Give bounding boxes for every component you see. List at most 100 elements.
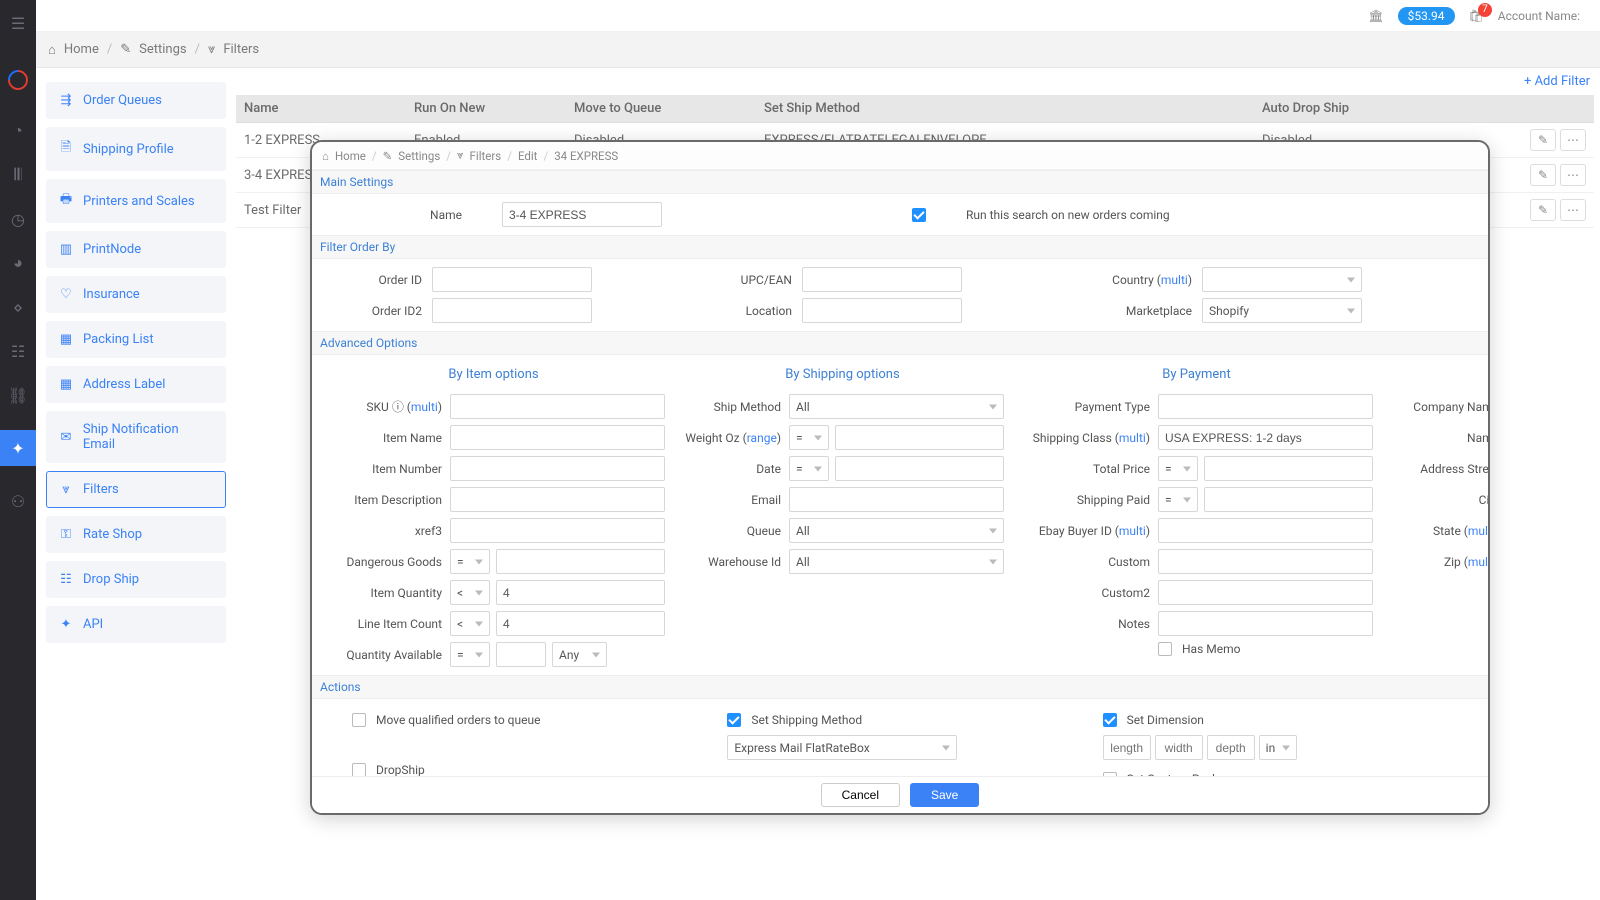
sidemenu-rate-shop[interactable]: ⚿Rate Shop [46,516,226,553]
zip-multi[interactable]: multi [1468,555,1490,569]
ship-class-input[interactable] [1158,425,1373,450]
filter-icon: ⩔ [59,482,73,497]
sidemenu-shipping-profile[interactable]: 🗎Shipping Profile [46,127,226,171]
add-filter-link[interactable]: + Add Filter [1524,74,1590,89]
set-dimension-checkbox[interactable] [1103,713,1117,727]
date-input[interactable] [835,456,1004,481]
sidemenu-item-label: Ship Notification Email [83,422,213,452]
save-button[interactable]: Save [910,783,979,807]
line-count-op-select[interactable]: < [450,611,490,636]
more-button[interactable]: ⋯ [1560,129,1586,151]
sidemenu-order-queues[interactable]: ⇶Order Queues [46,82,226,119]
sidemenu-packing-list[interactable]: ▦Packing List [46,321,226,358]
item-number-input[interactable] [450,456,665,481]
ebay-input[interactable] [1158,518,1373,543]
crumb-home[interactable]: Home [64,42,99,57]
item-desc-input[interactable] [450,487,665,512]
qty-avail-input[interactable] [496,642,546,667]
name-input[interactable] [502,202,662,227]
queue-select[interactable]: All [789,518,1004,543]
dangerous-input[interactable] [496,549,665,574]
total-input[interactable] [1204,456,1373,481]
line-count-input[interactable] [496,611,665,636]
date-op-select[interactable]: = [789,456,829,481]
sidemenu-printnode[interactable]: ▥PrintNode [46,231,226,268]
xref3-input[interactable] [450,518,665,543]
balance-badge[interactable]: $53.94 [1398,7,1455,25]
sidemenu-insurance[interactable]: ♡Insurance [46,276,226,313]
warehouse-select[interactable]: All [789,549,1004,574]
ship-method-select[interactable]: All [789,394,1004,419]
weight-op-select[interactable]: = [789,425,829,450]
move-queue-checkbox[interactable] [352,713,366,727]
width-input[interactable] [1155,735,1203,760]
sidemenu-address-label[interactable]: ▦Address Label [46,366,226,403]
order-id-input[interactable] [432,267,592,292]
country-select[interactable] [1202,267,1362,292]
ship-class-multi[interactable]: multi [1119,431,1146,445]
magic-icon[interactable]: ✦ [0,430,36,466]
edit-button[interactable]: ✎ [1530,129,1556,151]
paid-input[interactable] [1204,487,1373,512]
qty-avail-op-select[interactable]: = [450,642,490,667]
notes-input[interactable] [1158,611,1373,636]
crumb-settings[interactable]: Settings [139,42,186,57]
qty-avail-any-select[interactable]: Any [552,642,607,667]
sidemenu-filters[interactable]: ⩔Filters [46,471,226,508]
sliders-icon[interactable]: ☷ [9,342,27,360]
item-name-input[interactable] [450,425,665,450]
sidemenu-api[interactable]: ✦API [46,606,226,643]
order-id2-input[interactable] [432,298,592,323]
dangerous-op-select[interactable]: = [450,549,490,574]
sku-multi-link[interactable]: multi [411,400,438,414]
depth-input[interactable] [1207,735,1255,760]
cancel-button[interactable]: Cancel [821,783,900,807]
sku-input[interactable] [450,394,665,419]
cart-icon[interactable]: 🛍7 [1469,9,1484,23]
custom-input[interactable] [1158,549,1373,574]
edit-button[interactable]: ✎ [1530,164,1556,186]
mcrumb-settings[interactable]: Settings [398,149,440,163]
email-input[interactable] [789,487,1004,512]
dropship-checkbox[interactable] [352,763,366,777]
weight-input[interactable] [835,425,1004,450]
bank-icon[interactable]: 🏛 [1368,9,1383,23]
upc-input[interactable] [802,267,962,292]
unit-select[interactable]: in [1259,735,1297,760]
link-icon[interactable]: ⛓ [9,386,27,404]
mcrumb-filters[interactable]: Filters [470,149,502,163]
menu-icon[interactable]: ☰ [9,14,27,32]
barcode-icon[interactable]: 𝄃𝄃 [9,166,27,184]
has-memo-checkbox[interactable] [1158,642,1172,656]
total-op-select[interactable]: = [1158,456,1198,481]
run-on-new-checkbox[interactable] [912,208,926,222]
set-ship-method-checkbox[interactable] [727,713,741,727]
state-multi[interactable]: multi [1468,524,1490,538]
payment-type-input[interactable] [1158,394,1373,419]
sidemenu-ship-notification[interactable]: ✉Ship Notification Email [46,411,226,463]
code-icon[interactable]: ⋄ [9,298,27,316]
weight-range-link[interactable]: range [747,431,777,445]
mcrumb-home[interactable]: Home [335,149,366,163]
marketplace-select[interactable]: Shopify [1202,298,1362,323]
ebay-multi[interactable]: multi [1119,524,1146,538]
clock-icon[interactable]: ◷ [9,210,27,228]
more-button[interactable]: ⋯ [1560,199,1586,221]
sidemenu-printers-scales[interactable]: 🖶Printers and Scales [46,179,226,223]
user-icon[interactable]: ⚇ [9,492,27,510]
sidemenu-drop-ship[interactable]: ☷Drop Ship [46,561,226,598]
more-button[interactable]: ⋯ [1560,164,1586,186]
edit-button[interactable]: ✎ [1530,199,1556,221]
crumb-filters[interactable]: Filters [223,42,259,57]
paid-op-select[interactable]: = [1158,487,1198,512]
item-qty-op-select[interactable]: < [450,580,490,605]
item-qty-input[interactable] [496,580,665,605]
mcrumb-edit[interactable]: Edit [518,149,537,163]
gauge-icon[interactable]: ◔ [9,122,27,140]
location-input[interactable] [802,298,962,323]
custom2-input[interactable] [1158,580,1373,605]
length-input[interactable] [1103,735,1151,760]
pie-icon[interactable]: ◕ [9,254,27,272]
set-ship-method-select[interactable]: Express Mail FlatRateBox [727,735,957,760]
country-multi-link[interactable]: multi [1161,273,1188,287]
